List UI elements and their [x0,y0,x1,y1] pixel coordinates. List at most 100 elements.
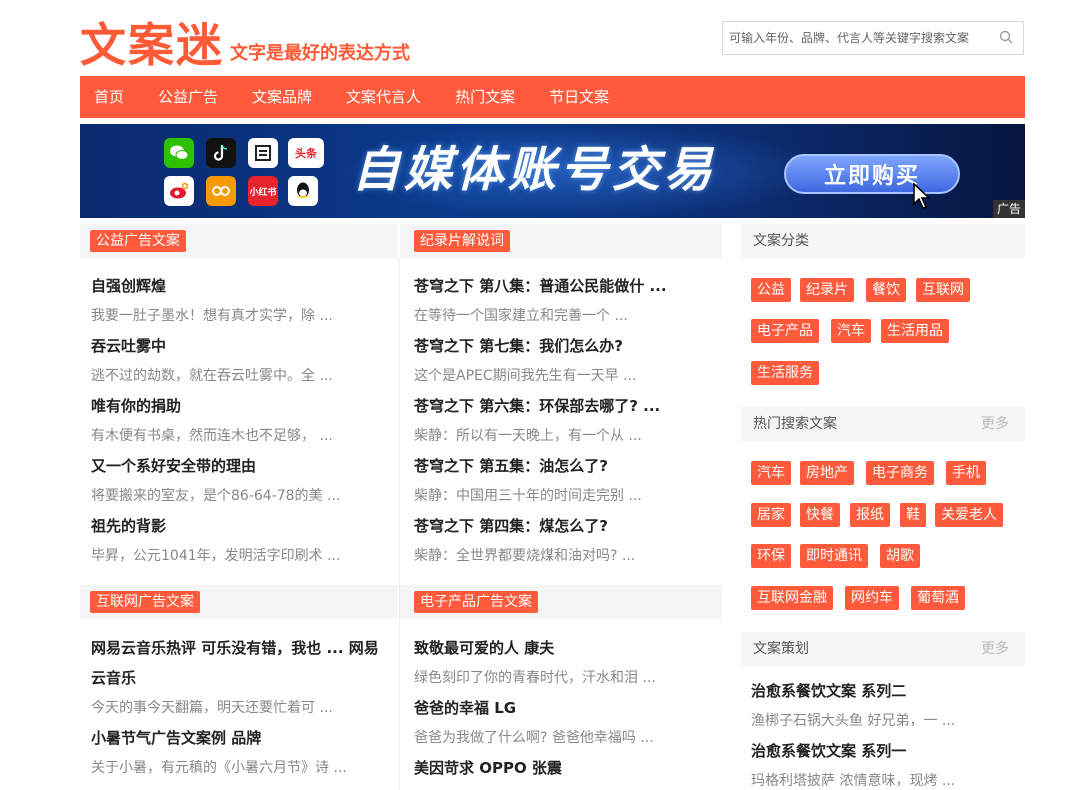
article-desc: 今天的事今天翻篇，明天还要忙着可 ... [91,700,333,716]
weibo-icon [164,176,194,206]
nav-brands[interactable]: 文案品牌 [252,76,312,118]
article-title[interactable]: 小暑节气广告文案例 品牌 [91,723,379,753]
nav-spokesperson[interactable]: 文案代言人 [346,76,421,118]
wechat-icon [164,138,194,168]
hot-tag[interactable]: 环保 [751,544,791,568]
hot-tag[interactable]: 互联网金融 [751,586,833,610]
article-desc: 爸爸为我做了什么啊? 爸爸他幸福吗 ... [414,730,654,746]
hot-tag[interactable]: 关爱老人 [935,503,1003,527]
section-header-gongyi: 公益广告文案 [80,224,398,258]
sidebar-hot-more[interactable]: 更多 [981,407,1009,441]
site-slogan: 文字是最好的表达方式 [230,43,410,64]
baijiahao-icon [248,138,278,168]
article-list-dianzi: 致敬最可爱的人 康夫 绿色刻印了你的青春时代，汗水和泪 ... 爸爸的幸福 LG… [414,633,656,783]
search-box[interactable] [722,21,1024,55]
article-title[interactable]: 治愈系餐饮文案 系列二 [751,676,955,706]
article-desc: 逃不过的劫数，就在吞云吐雾中。全 ... [91,368,333,384]
category-tag[interactable]: 纪录片 [800,278,854,302]
hot-tag[interactable]: 葡萄酒 [911,586,965,610]
article-title[interactable]: 自强创辉煌 [91,271,340,301]
hot-tag[interactable]: 快餐 [800,503,840,527]
cursor-icon [913,182,931,209]
article-desc: 柴静：全世界都要烧煤和油对吗? ... [414,548,636,564]
douyin-icon [206,138,236,168]
hot-tag[interactable]: 胡歌 [880,544,920,568]
hot-tag[interactable]: 汽车 [751,461,791,485]
section-header-dianzi: 电子产品广告文案 [400,585,722,619]
article-desc: 毕昇，公元1041年，发明活字印刷术 ... [91,548,341,564]
section-header-hulianwang: 互联网广告文案 [80,585,398,619]
sidebar-categories-header: 文案分类 [741,224,1025,258]
category-tag[interactable]: 汽车 [831,319,871,343]
section-title-dianzi[interactable]: 电子产品广告文案 [414,591,538,613]
category-tag[interactable]: 互联网 [916,278,970,302]
article-list-gongyi: 自强创辉煌 我要一肚子墨水！想有真才实学，除 ... 吞云吐雾中 逃不过的劫数，… [91,271,340,571]
banner-title: 自媒体账号交易 [352,142,717,198]
article-title[interactable]: 治愈系餐饮文案 系列一 [751,736,955,766]
category-tag[interactable]: 公益 [751,278,791,302]
app-icons: 头条 小红书 [164,138,324,208]
article-title-cont[interactable]: 云音乐 [91,663,379,693]
category-tag[interactable]: 电子产品 [751,319,819,343]
ad-banner[interactable]: 头条 小红书 自媒体账号交易 立即购买 广告 [80,124,1025,218]
article-list-hulianwang: 网易云音乐热评 可乐没有错，我也 ... 网易 云音乐 今天的事今天翻篇，明天还… [91,633,379,783]
xiaohongshu-icon: 小红书 [248,176,278,206]
search-icon[interactable] [999,30,1013,44]
sidebar-categories-title: 文案分类 [753,233,809,249]
nav-public-ads[interactable]: 公益广告 [158,76,218,118]
qq-icon [288,176,318,206]
hot-tag[interactable]: 房地产 [800,461,854,485]
article-title[interactable]: 祖先的背影 [91,511,340,541]
article-list-planning: 治愈系餐饮文案 系列二 渔梆子石锅大头鱼 好兄弟，一 ... 治愈系餐饮文案 系… [751,676,955,790]
article-title[interactable]: 苍穹之下 第四集：煤怎么了? [414,511,667,541]
hot-tag[interactable]: 电子商务 [866,461,934,485]
article-title[interactable]: 唯有你的捐助 [91,391,340,421]
category-tag[interactable]: 生活用品 [881,319,949,343]
article-title[interactable]: 吞云吐雾中 [91,331,340,361]
section-title-jilupian[interactable]: 纪录片解说词 [414,230,510,252]
sidebar-planning-more[interactable]: 更多 [981,632,1009,666]
main-nav: 首页 公益广告 文案品牌 文案代言人 热门文案 节日文案 [80,76,1025,118]
article-desc: 绿色刻印了你的青春时代，汗水和泪 ... [414,670,656,686]
qiehao-icon [206,176,236,206]
hot-tag[interactable]: 即时通讯 [800,544,868,568]
article-desc: 柴静：所以有一天晚上，有一个从 ... [414,428,642,444]
sidebar-planning-title: 文案策划 [753,641,809,657]
toutiao-icon: 头条 [288,138,324,168]
article-title[interactable]: 苍穹之下 第五集：油怎么了? [414,451,667,481]
article-desc: 在等待一个国家建立和完善一个 ... [414,308,628,324]
article-title[interactable]: 又一个系好安全带的理由 [91,451,340,481]
hot-tag[interactable]: 居家 [751,503,791,527]
section-title-gongyi[interactable]: 公益广告文案 [90,230,186,252]
section-title-hulianwang[interactable]: 互联网广告文案 [90,591,200,613]
nav-hot[interactable]: 热门文案 [455,76,515,118]
hot-tag[interactable]: 鞋 [900,503,926,527]
category-tag[interactable]: 生活服务 [751,361,819,385]
article-desc: 我要一肚子墨水！想有真才实学，除 ... [91,308,333,324]
article-desc: 玛格利塔披萨 浓情意味，现烤 ... [751,773,956,789]
article-list-jilupian: 苍穹之下 第八集：普通公民能做什 ... 在等待一个国家建立和完善一个 ... … [414,271,667,571]
article-desc: 关于小暑，有元稹的《小暑六月节》诗 ... [91,760,347,776]
nav-home[interactable]: 首页 [94,76,124,118]
article-desc: 渔梆子石锅大头鱼 好兄弟，一 ... [751,713,956,729]
article-title[interactable]: 苍穹之下 第七集：我们怎么办? [414,331,667,361]
article-title[interactable]: 苍穹之下 第八集：普通公民能做什 ... [414,271,667,301]
site-logo[interactable]: 文案迷 [80,17,224,73]
sidebar-hot-title: 热门搜索文案 [753,416,837,432]
hot-tag[interactable]: 报纸 [850,503,890,527]
article-title[interactable]: 爸爸的幸福 LG [414,693,656,723]
article-title[interactable]: 网易云音乐热评 可乐没有错，我也 ... 网易 [91,633,379,663]
category-tag[interactable]: 餐饮 [866,278,906,302]
article-desc: 柴静：中国用三十年的时间走完别 ... [414,488,642,504]
hot-tag[interactable]: 网约车 [845,586,899,610]
article-title[interactable]: 致敬最可爱的人 康夫 [414,633,656,663]
hot-tag[interactable]: 手机 [946,461,986,485]
article-title[interactable]: 苍穹之下 第六集：环保部去哪了? ... [414,391,667,421]
article-desc: 有木便有书桌，然而连木也不足够， ... [91,428,333,444]
search-input[interactable] [723,22,985,54]
article-title[interactable]: 美因苛求 OPPO 张震 [414,753,656,783]
nav-festival[interactable]: 节日文案 [549,76,609,118]
article-desc: 将要搬来的室友，是个86-64-78的美 ... [91,488,341,504]
sidebar-planning-header: 文案策划 更多 [741,632,1025,666]
article-desc: 这个是APEC期间我先生有一天早 ... [414,368,637,384]
